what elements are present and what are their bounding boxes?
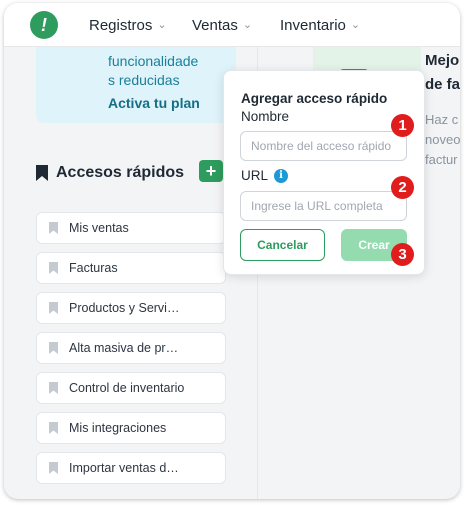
plan-text-line: s reducidas <box>108 72 180 88</box>
step-marker-3: 3 <box>391 243 414 266</box>
nav-inventario-label: Inventario <box>280 17 346 34</box>
quick-access-item-importar-ventas[interactable]: Importar ventas d… <box>36 452 226 484</box>
quick-access-item-label: Facturas <box>69 261 118 275</box>
quick-access-item-label: Mis ventas <box>69 221 129 235</box>
nav-ventas-label: Ventas <box>192 17 238 34</box>
shortcut-name-input[interactable] <box>240 131 407 161</box>
bookmark-icon <box>49 462 58 474</box>
nav-registros[interactable]: Registros ⌄ <box>89 17 167 34</box>
bookmark-icon <box>49 222 58 234</box>
bookmark-icon <box>49 382 58 394</box>
quick-access-title: Accesos rápidos <box>56 164 185 181</box>
quick-access-item-label: Importar ventas d… <box>69 461 179 475</box>
url-label: URL <box>241 168 269 183</box>
chevron-down-icon: ⌄ <box>350 19 361 31</box>
quick-access-item-mis-ventas[interactable]: Mis ventas <box>36 212 226 244</box>
top-navigation-bar: ! Registros ⌄ Ventas ⌄ Inventario ⌄ <box>4 3 460 47</box>
chevron-down-icon: ⌄ <box>242 19 253 31</box>
quick-access-item-alta-masiva[interactable]: Alta masiva de pr… <box>36 332 226 364</box>
app-logo-icon[interactable]: ! <box>30 11 58 39</box>
bookmark-icon <box>49 302 58 314</box>
promo-desc-line: Haz c <box>425 112 459 127</box>
activate-plan-link[interactable]: Activa tu plan <box>108 95 200 111</box>
promo-desc-line: factur <box>425 152 458 167</box>
cancel-button[interactable]: Cancelar <box>240 229 325 261</box>
bookmark-icon <box>49 422 58 434</box>
quick-access-item-label: Alta masiva de pr… <box>69 341 179 355</box>
step-marker-1: 1 <box>391 114 414 137</box>
add-quick-access-button[interactable]: + <box>199 160 223 182</box>
quick-access-item-productos[interactable]: Productos y Servi… <box>36 292 226 324</box>
nav-registros-label: Registros <box>89 17 153 34</box>
plan-text-line: funcionalidade <box>108 53 199 69</box>
quick-access-item-mis-integraciones[interactable]: Mis integraciones <box>36 412 226 444</box>
app-window: ! Registros ⌄ Ventas ⌄ Inventario ⌄ funcion… <box>4 3 460 499</box>
nav-ventas[interactable]: Ventas ⌄ <box>192 17 252 34</box>
quick-access-list: Mis ventas Facturas Productos y Servi… A… <box>36 212 226 492</box>
step-marker-2: 2 <box>391 176 414 199</box>
bookmark-icon <box>36 165 48 181</box>
plan-card: funcionalidade s reducidas Activa tu pla… <box>36 47 236 123</box>
bookmark-icon <box>49 342 58 354</box>
quick-access-item-label: Control de inventario <box>69 381 185 395</box>
shortcut-url-input[interactable] <box>240 191 407 221</box>
promo-desc-line: noveo <box>425 132 460 147</box>
popover-title: Agregar acceso rápido <box>241 91 388 106</box>
bookmark-icon <box>49 262 58 274</box>
quick-access-item-facturas[interactable]: Facturas <box>36 252 226 284</box>
quick-access-item-label: Productos y Servi… <box>69 301 180 315</box>
quick-access-item-control-inventario[interactable]: Control de inventario <box>36 372 226 404</box>
name-label: Nombre <box>241 109 290 124</box>
quick-access-item-label: Mis integraciones <box>69 421 167 435</box>
promo-title-line: de fa <box>425 76 460 93</box>
chevron-down-icon: ⌄ <box>157 19 167 31</box>
promo-title-line: Mejo <box>425 52 460 69</box>
info-icon[interactable]: i <box>274 169 288 183</box>
nav-inventario[interactable]: Inventario ⌄ <box>280 17 360 34</box>
